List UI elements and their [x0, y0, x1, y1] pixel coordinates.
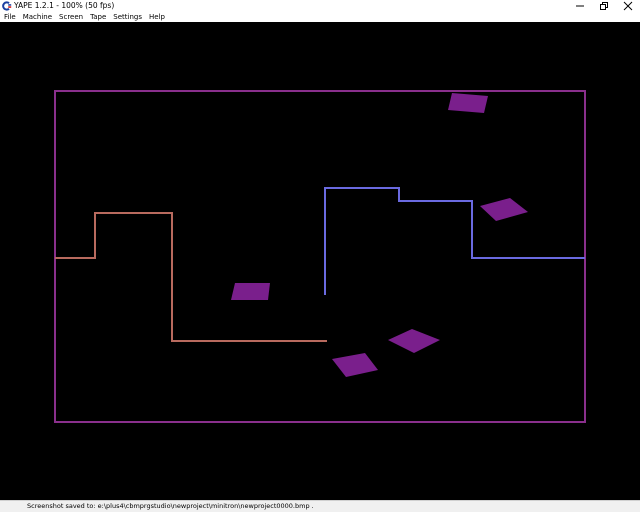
menu-machine[interactable]: Machine: [19, 12, 55, 22]
restore-icon: [600, 2, 608, 10]
emulator-screen[interactable]: [0, 22, 640, 500]
window-title: YAPE 1.2.1 - 100% (50 fps): [14, 1, 115, 10]
minimize-icon: [576, 5, 584, 7]
menu-file[interactable]: File: [0, 12, 19, 22]
restore-button[interactable]: [592, 0, 616, 12]
player-trail: [55, 212, 327, 342]
menu-bar: File Machine Screen Tape Settings Help: [0, 12, 640, 22]
menu-settings[interactable]: Settings: [109, 12, 145, 22]
commodore-logo-icon: [2, 1, 12, 11]
menu-help[interactable]: Help: [145, 12, 168, 22]
status-bar: Screenshot saved to: e:\plus4\cbmprgstud…: [0, 500, 640, 512]
close-button[interactable]: [616, 0, 640, 12]
menu-tape[interactable]: Tape: [86, 12, 109, 22]
emulator-window: YAPE 1.2.1 - 100% (50 fps) File Machine …: [0, 0, 640, 512]
arena-border: [54, 90, 586, 423]
minimize-button[interactable]: [568, 0, 592, 12]
title-bar[interactable]: YAPE 1.2.1 - 100% (50 fps): [0, 0, 640, 12]
obstacle-tile: [448, 93, 488, 113]
status-message: Screenshot saved to: e:\plus4\cbmprgstud…: [27, 502, 314, 510]
menu-screen[interactable]: Screen: [55, 12, 86, 22]
obstacle-tile: [231, 283, 270, 300]
enemy-trail: [324, 187, 585, 295]
obstacle-tile: [480, 198, 528, 221]
game-canvas: [54, 90, 586, 423]
close-icon: [623, 1, 633, 11]
obstacle-tile: [332, 353, 378, 377]
obstacle-tile: [388, 329, 440, 353]
